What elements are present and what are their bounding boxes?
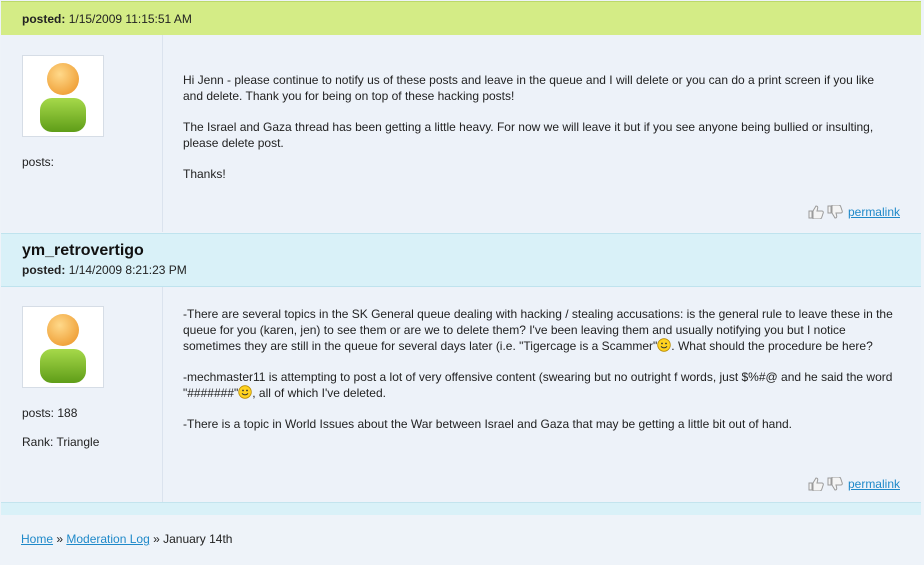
post-content-2: -There are several topics in the SK Gene… [183, 306, 895, 447]
breadcrumb-separator: » [149, 532, 164, 546]
post-paragraph: The Israel and Gaza thread has been gett… [183, 120, 874, 150]
post-paragraph: -mechmaster11 is attempting to post a lo… [183, 369, 895, 401]
post-actions-2: permalink [808, 476, 900, 492]
user-rank: Rank: Triangle [22, 435, 100, 449]
post-header-2: ym_retrovertigo posted: 1/14/2009 8:21:2… [1, 233, 921, 287]
thumbs-down-icon[interactable] [827, 476, 843, 491]
posted-label: posted: [22, 263, 66, 277]
post-body-1: posts: Hi Jenn - please continue to noti… [1, 35, 921, 232]
post-author-name[interactable]: ym_retrovertigo [22, 242, 144, 260]
permalink-link[interactable]: permalink [848, 205, 900, 219]
breadcrumb-moderation-log-link[interactable]: Moderation Log [66, 532, 149, 546]
post-actions-1: permalink [808, 204, 900, 220]
post-author-column: posts: 188 Rank: Triangle [1, 287, 163, 502]
post-date-2: posted: 1/14/2009 8:21:23 PM [22, 263, 187, 277]
post-header-1: posted: 1/15/2009 11:15:51 AM [1, 1, 921, 35]
post-count: posts: 188 [22, 406, 78, 420]
post-paragraph: -There is a topic in World Issues about … [183, 417, 792, 431]
post-count: posts: [22, 155, 55, 169]
footer-divider [1, 502, 921, 515]
breadcrumb-home-link[interactable]: Home [21, 532, 53, 546]
breadcrumb-separator: » [53, 532, 67, 546]
post-body-2: posts: 188 Rank: Triangle -There are sev… [1, 287, 921, 502]
default-avatar-icon [22, 306, 104, 388]
posted-label: posted: [22, 12, 66, 26]
posted-value: 1/14/2009 8:21:23 PM [68, 263, 187, 277]
breadcrumb: Home » Moderation Log » January 14th [21, 532, 232, 546]
post-author-column: posts: [1, 35, 163, 232]
smiley-icon [657, 338, 671, 352]
thumbs-down-icon[interactable] [827, 204, 843, 219]
smiley-icon [238, 385, 252, 399]
breadcrumb-current: January 14th [163, 532, 233, 546]
default-avatar-icon [22, 55, 104, 137]
thumbs-up-icon[interactable] [808, 477, 824, 492]
post-content-1: Hi Jenn - please continue to notify us o… [183, 72, 895, 197]
post-text: , all of which I've deleted. [252, 386, 386, 400]
post-paragraph: Thanks! [183, 167, 226, 181]
post-paragraph: Hi Jenn - please continue to notify us o… [183, 73, 875, 103]
post-paragraph: -There are several topics in the SK Gene… [183, 306, 895, 354]
posted-value: 1/15/2009 11:15:51 AM [68, 12, 192, 26]
thumbs-up-icon[interactable] [808, 205, 824, 220]
post-text: . What should the procedure be here? [671, 339, 873, 353]
post-date-1: posted: 1/15/2009 11:15:51 AM [22, 12, 192, 26]
permalink-link[interactable]: permalink [848, 477, 900, 491]
